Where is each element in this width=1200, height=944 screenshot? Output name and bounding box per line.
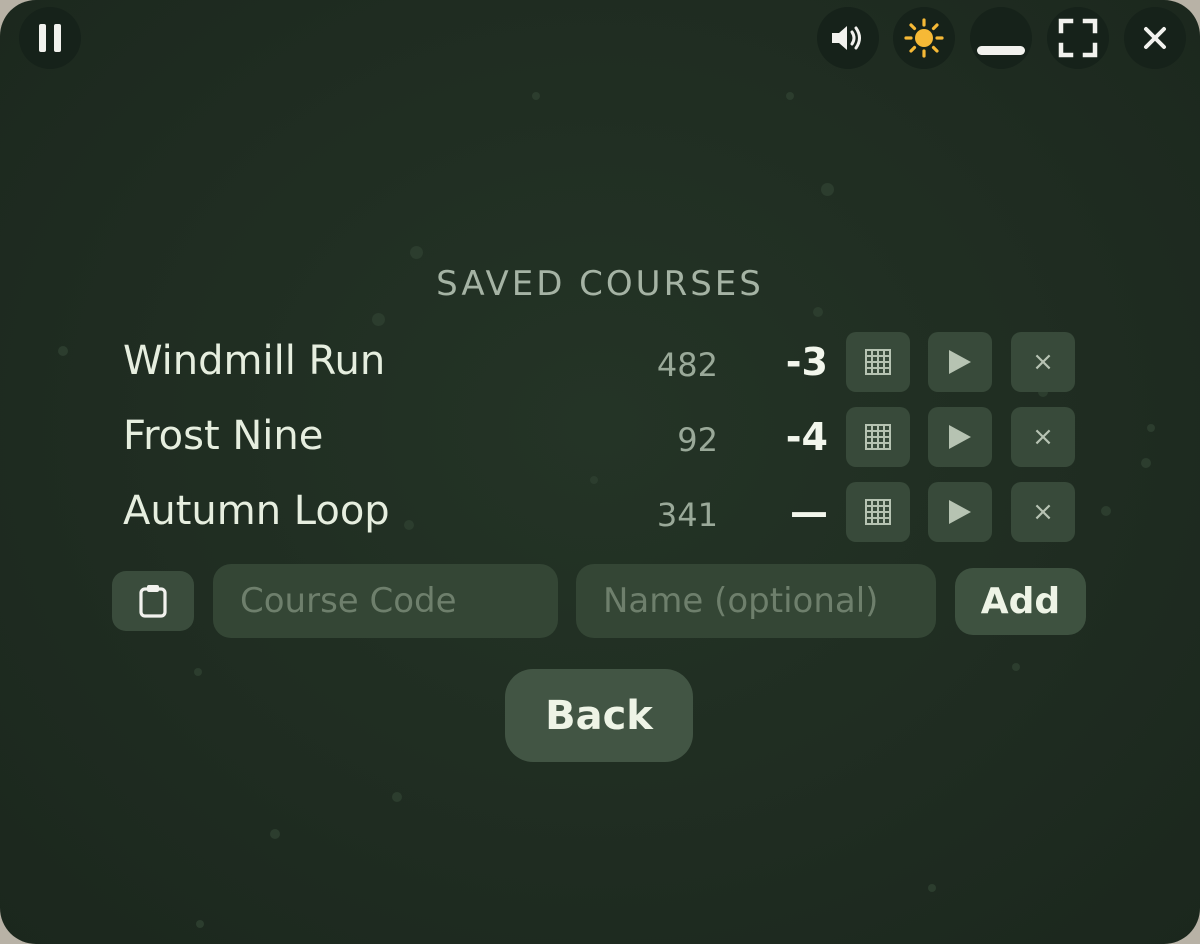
course-best-score: — [790,490,828,534]
course-length: 341 [656,496,718,534]
course-length: 482 [656,346,718,384]
game-window: SAVED COURSES Windmill Run 482 -3 × Fros… [0,0,1200,944]
grid-icon [865,424,891,450]
background-particle [532,92,540,100]
background-particle [372,313,385,326]
grid-icon [865,499,891,525]
course-code-input[interactable] [213,564,558,638]
sun-icon [904,18,944,58]
delete-course-button[interactable]: × [1011,332,1075,392]
grid-icon [865,349,891,375]
course-row: Frost Nine 92 -4 × [0,407,1200,469]
background-particle [821,183,834,196]
close-button[interactable] [1124,7,1186,69]
background-particle [392,792,402,802]
course-length: 92 [677,421,718,459]
background-particle [410,246,423,259]
course-best-score: -3 [785,340,828,384]
fullscreen-button[interactable] [1047,7,1109,69]
course-name: Frost Nine [123,413,324,459]
background-particle [1012,663,1020,671]
view-course-grid-button[interactable] [846,482,910,542]
play-icon [949,350,971,374]
delete-course-button[interactable]: × [1011,482,1075,542]
course-name-input[interactable] [576,564,936,638]
background-particle [194,668,202,676]
course-name: Windmill Run [123,338,386,384]
course-row: Windmill Run 482 -3 × [0,332,1200,394]
background-particle [786,92,794,100]
fullscreen-icon [1058,18,1098,58]
back-button[interactable]: Back [505,669,693,762]
background-particle [813,307,823,317]
course-name: Autumn Loop [123,488,390,534]
play-course-button[interactable] [928,407,992,467]
play-course-button[interactable] [928,482,992,542]
background-particle [270,829,280,839]
delete-icon: × [1032,497,1054,527]
play-course-button[interactable] [928,332,992,392]
speaker-icon [830,23,866,53]
minimize-button[interactable] [970,7,1032,69]
theme-button[interactable] [893,7,955,69]
add-course-button[interactable]: Add [955,568,1086,635]
course-row: Autumn Loop 341 — × [0,482,1200,544]
page-title: SAVED COURSES [436,264,764,304]
view-course-grid-button[interactable] [846,332,910,392]
delete-icon: × [1032,347,1054,377]
close-icon [1143,26,1167,50]
background-particle [196,920,204,928]
delete-course-button[interactable]: × [1011,407,1075,467]
clipboard-icon [139,585,167,618]
minimize-icon [977,46,1025,56]
pause-icon [38,23,62,53]
course-best-score: -4 [785,415,828,459]
sound-button[interactable] [817,7,879,69]
play-icon [949,425,971,449]
pause-button[interactable] [19,7,81,69]
background-particle [928,884,936,892]
play-icon [949,500,971,524]
view-course-grid-button[interactable] [846,407,910,467]
paste-code-button[interactable] [112,571,194,631]
delete-icon: × [1032,422,1054,452]
